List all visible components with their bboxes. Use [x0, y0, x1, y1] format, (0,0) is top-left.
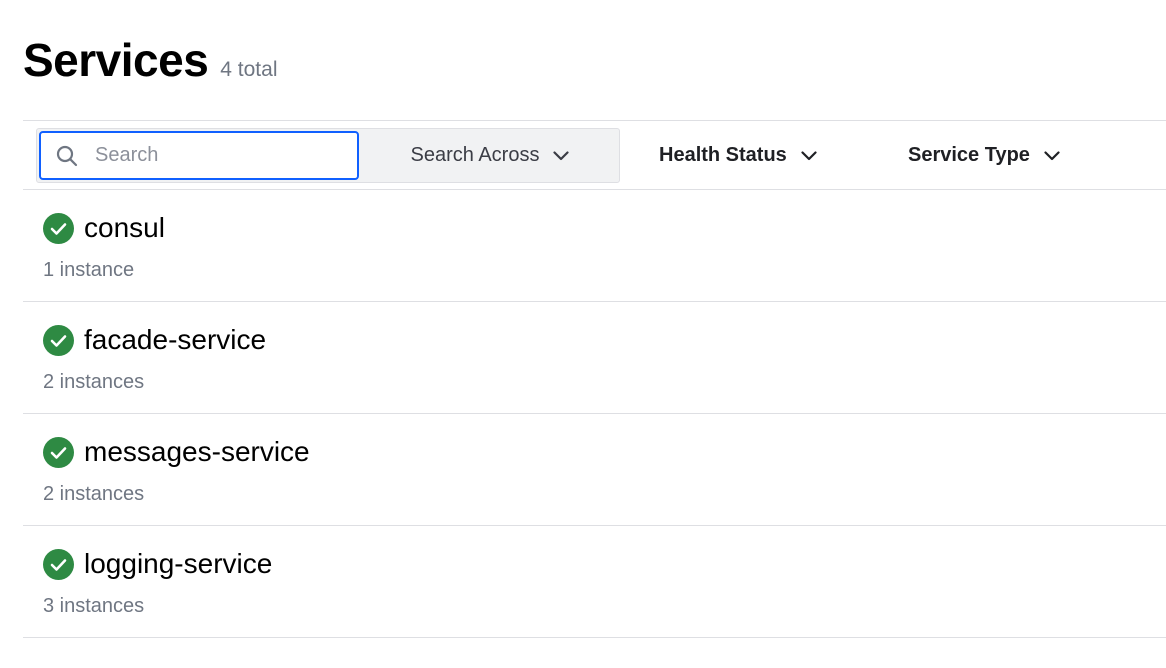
service-type-label: Service Type	[908, 144, 1030, 166]
search-across-dropdown[interactable]: Search Across	[361, 129, 619, 182]
page-header: Services 4 total	[23, 32, 278, 88]
instance-count: 1 instance	[43, 259, 135, 281]
instance-count: 2 instances	[43, 483, 145, 505]
service-row-header: messages-service	[43, 435, 310, 469]
instance-count: 2 instances	[43, 371, 145, 393]
chevron-down-icon	[801, 150, 817, 161]
service-list: consul 1 instance facade-service 2 insta…	[23, 190, 1166, 638]
total-count: 4 total	[220, 58, 278, 81]
chevron-down-icon	[553, 150, 570, 161]
check-circle-icon	[43, 548, 74, 580]
health-status-filter[interactable]: Health Status	[659, 128, 817, 183]
search-icon	[56, 145, 78, 167]
chevron-down-icon	[1044, 150, 1060, 161]
service-row[interactable]: consul 1 instance	[23, 190, 1166, 302]
service-row-header: facade-service	[43, 323, 266, 357]
service-row[interactable]: logging-service 3 instances	[23, 526, 1166, 638]
service-name[interactable]: facade-service	[84, 323, 266, 357]
check-circle-icon	[43, 212, 74, 244]
service-row[interactable]: facade-service 2 instances	[23, 302, 1166, 414]
instance-count: 3 instances	[43, 595, 145, 617]
service-row[interactable]: messages-service 2 instances	[23, 414, 1166, 526]
service-type-filter[interactable]: Service Type	[908, 128, 1060, 183]
service-row-header: logging-service	[43, 547, 272, 581]
filter-toolbar: Search Across Health Status Service Type	[23, 120, 1166, 190]
health-status-label: Health Status	[659, 144, 787, 166]
page-title: Services	[23, 34, 209, 86]
search-group: Search Across	[36, 128, 620, 183]
check-circle-icon	[43, 436, 74, 468]
search-across-label: Search Across	[410, 144, 540, 166]
search-box[interactable]	[39, 131, 359, 180]
service-name[interactable]: logging-service	[84, 547, 272, 581]
check-circle-icon	[43, 324, 74, 356]
search-input[interactable]	[95, 144, 325, 167]
service-name[interactable]: consul	[84, 211, 165, 245]
service-name[interactable]: messages-service	[84, 435, 310, 469]
service-row-header: consul	[43, 211, 165, 245]
